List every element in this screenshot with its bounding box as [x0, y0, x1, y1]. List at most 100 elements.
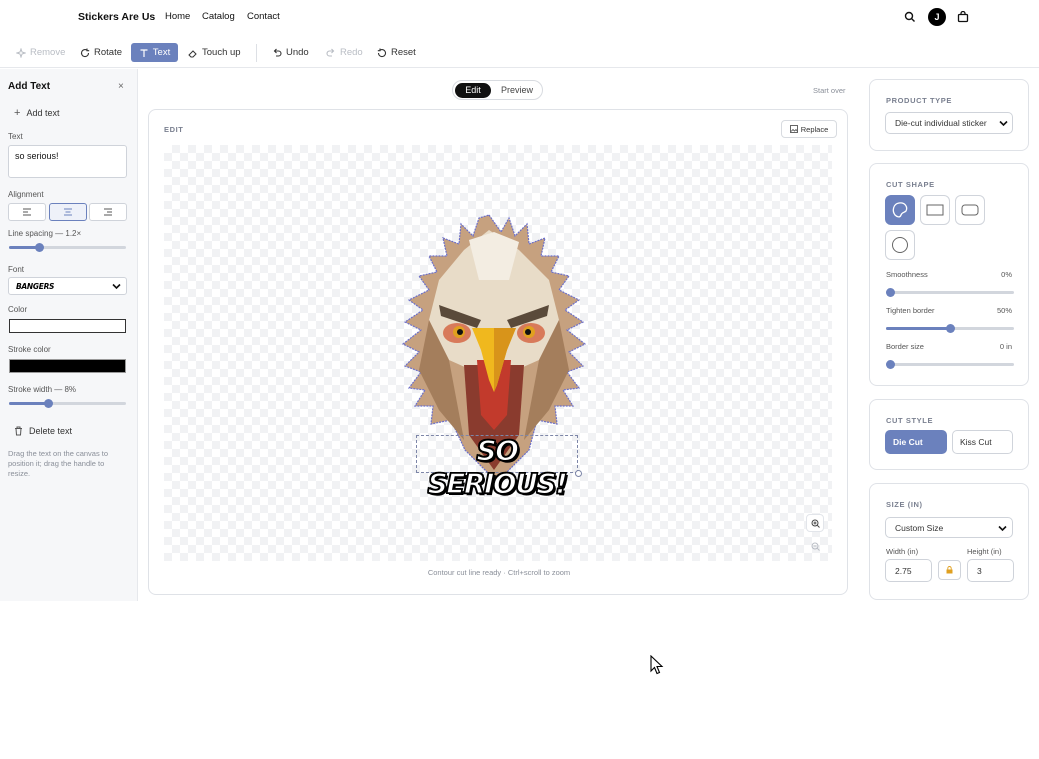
- nav-home[interactable]: Home: [165, 11, 190, 22]
- site-header: Stickers Are Us Home Catalog Contact J: [0, 0, 1039, 34]
- rotate-button[interactable]: Rotate: [75, 43, 127, 62]
- tab-preview[interactable]: Preview: [493, 83, 541, 98]
- border-size-value: 0 in: [999, 342, 1012, 351]
- nav-contact[interactable]: Contact: [247, 11, 280, 22]
- stroke-width-fill: [9, 402, 48, 405]
- cut-style-label: CUT STYLE: [886, 416, 934, 425]
- avatar[interactable]: J: [928, 8, 946, 26]
- alignment-label: Alignment: [8, 190, 44, 199]
- chevron-down-icon: [998, 525, 1007, 532]
- width-input[interactable]: 2.75: [885, 559, 932, 582]
- replace-button[interactable]: Replace: [781, 120, 837, 138]
- touch-up-label: Touch up: [202, 47, 241, 58]
- font-select-value: BANGERS: [16, 281, 55, 291]
- smoothness-label: Smoothness: [886, 270, 928, 279]
- align-right-button[interactable]: [89, 203, 127, 221]
- stroke-width-handle[interactable]: [43, 399, 53, 408]
- color-label: Color: [8, 305, 28, 314]
- line-spacing-label: Line spacing — 1.2×: [8, 229, 82, 238]
- stroke-width-slider[interactable]: [9, 399, 126, 408]
- panel-hint: Drag the text on the canvas to position …: [8, 449, 109, 478]
- editor-toolbar: Remove Rotate Text Touch up Undo Redo Re…: [0, 40, 1039, 68]
- font-select[interactable]: BANGERS: [8, 277, 127, 295]
- align-right-icon: [104, 208, 112, 216]
- nav-catalog[interactable]: Catalog: [202, 11, 235, 22]
- die-cut-button[interactable]: Die Cut: [885, 430, 947, 454]
- line-spacing-handle[interactable]: [35, 243, 45, 252]
- toolbar-divider: [256, 44, 257, 62]
- add-text-panel: Add Text × + Add text Text so serious! A…: [0, 69, 138, 601]
- sparkle-icon: [16, 47, 26, 58]
- border-size-label: Border size: [886, 342, 924, 351]
- text-input[interactable]: so serious!: [8, 145, 127, 178]
- undo-icon: [273, 48, 282, 57]
- circle-shape-icon: [892, 237, 908, 253]
- smoothness-value: 0%: [1001, 270, 1012, 279]
- kiss-cut-button[interactable]: Kiss Cut: [952, 430, 1013, 454]
- font-label: Font: [8, 265, 25, 274]
- size-select[interactable]: Custom Size: [885, 517, 1013, 538]
- smoothness-handle[interactable]: [886, 288, 895, 297]
- product-type-value: Die-cut individual sticker: [895, 118, 987, 128]
- size-select-value: Custom Size: [895, 522, 944, 533]
- align-center-button[interactable]: [49, 203, 87, 221]
- cursor-icon: [650, 655, 664, 675]
- add-text-label: Add text: [26, 108, 60, 118]
- redo-button[interactable]: Redo: [321, 43, 368, 62]
- border-size-slider[interactable]: [886, 360, 1014, 369]
- reset-label: Reset: [391, 47, 416, 58]
- reset-button[interactable]: Reset: [372, 43, 421, 62]
- status-text: Contour cut line ready · Ctrl+scroll to …: [427, 568, 571, 577]
- stroke-width-label: Stroke width — 8%: [8, 385, 77, 394]
- align-left-button[interactable]: [8, 203, 46, 221]
- tighten-border-value: 50%: [996, 306, 1012, 315]
- eraser-icon: [188, 49, 197, 57]
- close-icon[interactable]: ×: [118, 81, 124, 92]
- height-input[interactable]: 3: [967, 559, 1014, 582]
- start-over-link[interactable]: Start over: [813, 86, 846, 95]
- rotate-icon: [80, 48, 90, 57]
- stroke-color-swatch[interactable]: [9, 359, 126, 373]
- line-spacing-slider[interactable]: [9, 243, 126, 252]
- touch-up-button[interactable]: Touch up: [183, 43, 246, 62]
- rectangle-shape-icon: [926, 204, 944, 216]
- undo-label: Undo: [286, 47, 309, 58]
- cut-shape-rectangle[interactable]: [920, 195, 950, 225]
- cut-shape-rounded-rectangle[interactable]: [955, 195, 985, 225]
- text-tool-button[interactable]: Text: [131, 43, 178, 62]
- height-label: Height (in): [967, 547, 1002, 556]
- cart-icon[interactable]: [957, 11, 969, 23]
- search-icon[interactable]: [904, 11, 916, 23]
- cut-shape-contour[interactable]: [885, 195, 915, 225]
- add-text-button[interactable]: + Add text: [14, 107, 59, 119]
- product-type-label: PRODUCT TYPE: [886, 96, 952, 105]
- brand-logo[interactable]: Stickers Are Us: [78, 11, 155, 23]
- design-canvas[interactable]: SO SERIOUS!: [164, 145, 832, 561]
- redo-icon: [326, 48, 335, 57]
- product-type-select[interactable]: Die-cut individual sticker: [885, 112, 1013, 134]
- zoom-out-button[interactable]: [806, 537, 824, 555]
- remove-button[interactable]: Remove: [11, 43, 70, 62]
- reset-icon: [377, 48, 387, 57]
- plus-icon: +: [14, 107, 21, 119]
- cut-shape-circle[interactable]: [885, 230, 915, 260]
- sticker-text-overlay[interactable]: SO SERIOUS!: [416, 433, 578, 501]
- tighten-border-slider[interactable]: [886, 324, 1014, 333]
- lock-aspect-button[interactable]: [938, 560, 961, 580]
- tighten-border-handle[interactable]: [946, 324, 955, 333]
- delete-text-label: Delete text: [29, 426, 73, 436]
- zoom-out-icon: [811, 542, 820, 551]
- product-type-card: PRODUCT TYPE Die-cut individual sticker: [869, 79, 1029, 151]
- text-color-swatch[interactable]: [9, 319, 126, 333]
- rotate-label: Rotate: [94, 47, 122, 58]
- lock-icon: [946, 566, 953, 574]
- redo-label: Redo: [340, 47, 363, 58]
- text-icon: [140, 48, 148, 57]
- smoothness-slider[interactable]: [886, 288, 1014, 297]
- undo-button[interactable]: Undo: [267, 43, 314, 62]
- zoom-in-button[interactable]: [806, 514, 824, 532]
- delete-text-button[interactable]: Delete text: [14, 426, 72, 436]
- tab-edit[interactable]: Edit: [455, 83, 491, 98]
- border-size-handle[interactable]: [886, 360, 895, 369]
- trash-icon: [15, 426, 22, 436]
